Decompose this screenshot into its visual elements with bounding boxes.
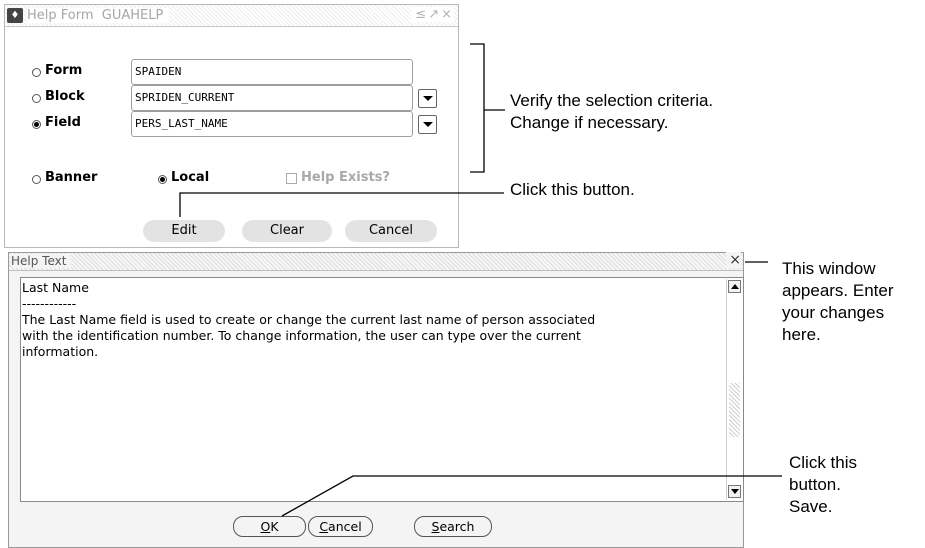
verify-annotation: Verify the selection criteria. Change if…	[510, 91, 714, 132]
edit-pointer	[179, 192, 504, 217]
click-button-annotation: Click this button.	[510, 180, 635, 199]
ok-pointer	[281, 475, 782, 517]
selection-bracket	[470, 43, 485, 173]
click-save-annotation: Click this button. Save.	[789, 453, 858, 516]
window-appears-annotation: This window appears. Enter your changes …	[782, 259, 894, 344]
